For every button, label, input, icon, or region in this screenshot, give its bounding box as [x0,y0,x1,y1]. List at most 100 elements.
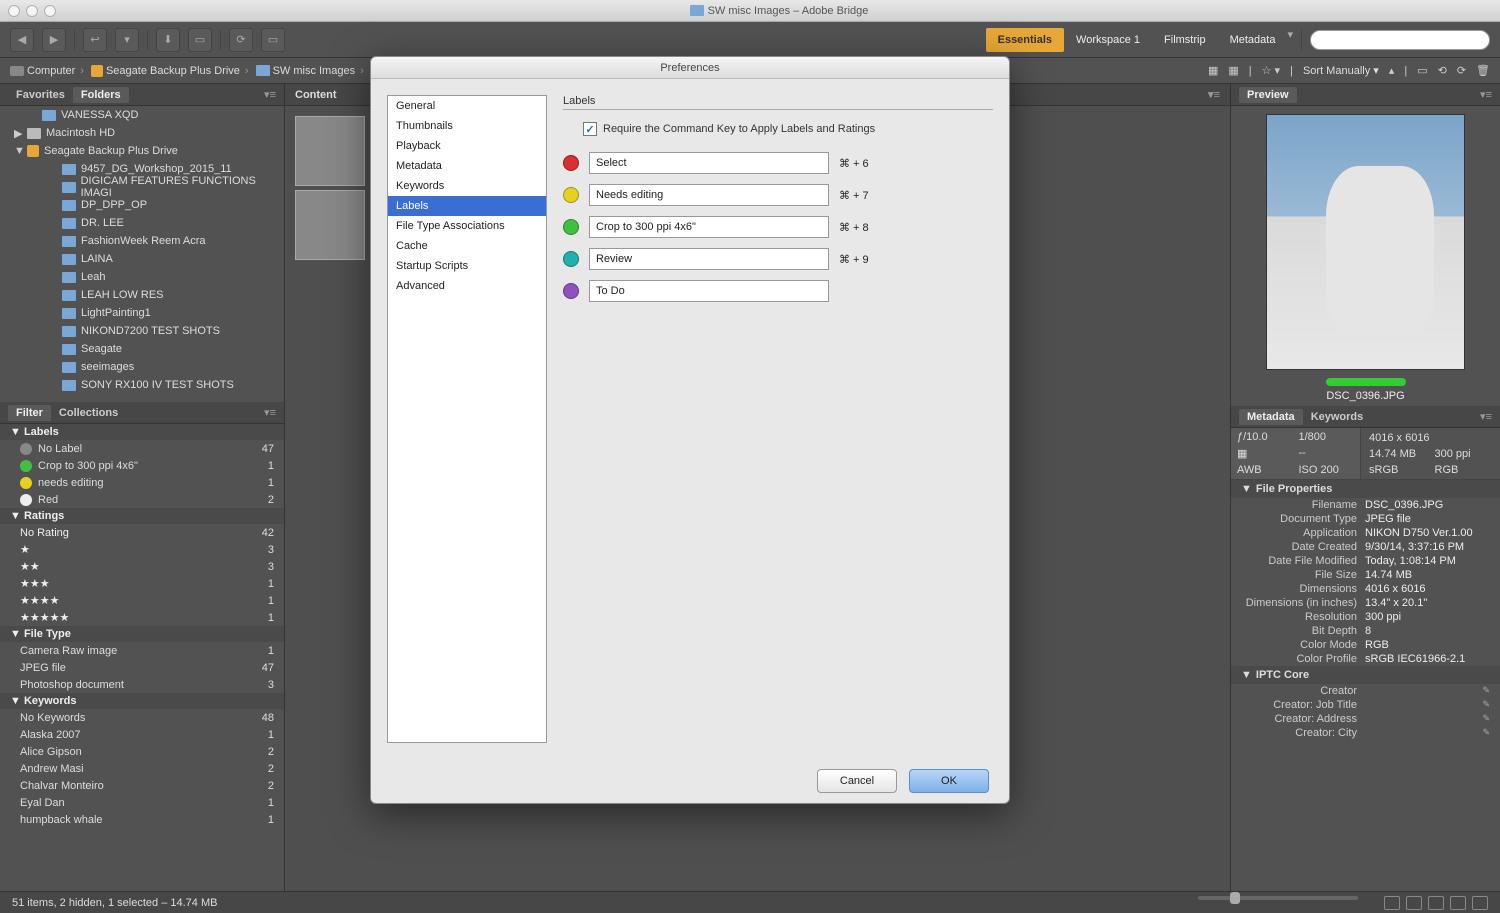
edit-icon[interactable]: ✎ [1482,685,1490,697]
workspace-more-icon[interactable]: ▾ [1287,28,1293,52]
filter-row[interactable]: Andrew Masi2 [0,760,284,777]
zoom-window-button[interactable] [44,5,56,17]
tree-item[interactable]: seeimages [0,358,284,376]
crumb-drive[interactable]: Seagate Backup Plus Drive› [91,65,251,77]
rotate-cw-icon[interactable]: ⟳ [1457,64,1466,77]
star-filter-icon[interactable]: ☆ ▾ [1262,64,1280,77]
sort-dropdown[interactable]: Sort Manually ▾ [1303,64,1379,77]
crumb-folder[interactable]: SW misc Images› [256,65,366,77]
panel-menu-icon[interactable]: ▾≡ [264,88,276,101]
view-details-icon[interactable] [1428,896,1444,910]
filter-section-header[interactable]: ▼ Labels [0,424,284,440]
require-cmd-checkbox[interactable]: ✓ [583,122,597,136]
filter-row[interactable]: ★★★1 [0,575,284,592]
pref-category-keywords[interactable]: Keywords [388,176,546,196]
filter-row[interactable]: ★★3 [0,558,284,575]
filter-row[interactable]: Red2 [0,491,284,508]
pref-category-cache[interactable]: Cache [388,236,546,256]
tab-favorites[interactable]: Favorites [8,87,73,103]
tree-item[interactable]: ▶Macintosh HD [0,124,284,142]
pref-category-general[interactable]: General [388,96,546,116]
tree-item[interactable]: Seagate [0,340,284,358]
pref-category-file-type-associations[interactable]: File Type Associations [388,216,546,236]
refine-button[interactable]: ⟳ [229,28,253,52]
tab-collections[interactable]: Collections [51,405,126,421]
recent-button[interactable]: ▾ [115,28,139,52]
lock-thumb-icon[interactable] [1384,896,1400,910]
close-window-button[interactable] [8,5,20,17]
rotate-ccw-icon[interactable]: ⟲ [1438,64,1447,77]
filter-row[interactable]: ★★★★1 [0,592,284,609]
filter-row[interactable]: ★3 [0,541,284,558]
tree-item[interactable]: VANESSA XQD [0,106,284,124]
filter-row[interactable]: Crop to 300 ppi 4x6"1 [0,457,284,474]
panel-menu-icon[interactable]: ▾≡ [1480,88,1492,101]
batch-button[interactable]: ▭ [188,28,212,52]
iptc-header[interactable]: ▼ IPTC Core [1231,666,1500,684]
filter-row[interactable]: No Rating42 [0,524,284,541]
view2-icon[interactable]: ▦ [1228,64,1238,77]
filter-row[interactable]: Eyal Dan1 [0,794,284,811]
label-name-input[interactable] [589,216,829,238]
filter-row[interactable]: Photoshop document3 [0,676,284,693]
filter-row[interactable]: No Keywords48 [0,709,284,726]
tab-metadata[interactable]: Metadata [1239,409,1303,425]
disclosure-icon[interactable]: ▼ [14,145,22,157]
filter-section-header[interactable]: ▼ Keywords [0,693,284,709]
tab-folders[interactable]: Folders [73,87,129,103]
pref-category-thumbnails[interactable]: Thumbnails [388,116,546,136]
workspace-metadata[interactable]: Metadata [1218,28,1288,52]
tab-preview[interactable]: Preview [1239,87,1297,103]
tab-keywords[interactable]: Keywords [1303,409,1372,425]
pref-category-startup-scripts[interactable]: Startup Scripts [388,256,546,276]
tab-filter[interactable]: Filter [8,405,51,421]
ok-button[interactable]: OK [909,769,989,793]
workspace-filmstrip[interactable]: Filmstrip [1152,28,1218,52]
panel-menu-icon[interactable]: ▾≡ [1480,410,1492,423]
tree-item[interactable]: LightPainting1 [0,304,284,322]
cancel-button[interactable]: Cancel [817,769,897,793]
forward-button[interactable]: ▶ [42,28,66,52]
workspace-essentials[interactable]: Essentials [986,28,1064,52]
back-button[interactable]: ◀ [10,28,34,52]
filter-section-header[interactable]: ▼ File Type [0,626,284,642]
filter-row[interactable]: Camera Raw image1 [0,642,284,659]
tree-item[interactable]: DR. LEE [0,214,284,232]
thumbnail[interactable] [295,190,365,260]
workspace-1[interactable]: Workspace 1 [1064,28,1152,52]
metadata-value[interactable] [1365,699,1482,711]
reveal-button[interactable]: ↩ [83,28,107,52]
edit-icon[interactable]: ✎ [1482,713,1490,725]
output-button[interactable]: ▭ [261,28,285,52]
filter-row[interactable]: No Label47 [0,440,284,457]
tree-item[interactable]: LAINA [0,250,284,268]
label-name-input[interactable] [589,248,829,270]
pref-category-labels[interactable]: Labels [388,196,546,216]
search-input[interactable] [1310,30,1490,50]
filter-row[interactable]: JPEG file47 [0,659,284,676]
file-properties-header[interactable]: ▼ File Properties [1231,480,1500,498]
pref-category-playback[interactable]: Playback [388,136,546,156]
panel-menu-icon[interactable]: ▾≡ [1208,88,1220,101]
metadata-value[interactable] [1365,685,1482,697]
minimize-window-button[interactable] [26,5,38,17]
metadata-value[interactable] [1365,727,1482,739]
quality-icon[interactable] [1472,896,1488,910]
tree-item[interactable]: ▼Seagate Backup Plus Drive [0,142,284,160]
preview-image[interactable] [1266,114,1465,370]
filter-row[interactable]: Alaska 20071 [0,726,284,743]
thumbnail[interactable] [295,116,365,186]
edit-icon[interactable]: ✎ [1482,699,1490,711]
thumbnail-size-slider[interactable] [1198,896,1358,900]
sort-order-icon[interactable]: ▴ [1389,64,1395,77]
new-folder-icon[interactable]: ▭ [1417,64,1427,77]
view-thumbnails-icon[interactable] [1406,896,1422,910]
filter-row[interactable]: Alice Gipson2 [0,743,284,760]
view-icon[interactable]: ▦ [1208,64,1218,77]
label-name-input[interactable] [589,280,829,302]
filter-section-header[interactable]: ▼ Ratings [0,508,284,524]
tree-item[interactable]: SONY RX100 IV TEST SHOTS [0,376,284,394]
filter-row[interactable]: Chalvar Monteiro2 [0,777,284,794]
panel-menu-icon[interactable]: ▾≡ [264,406,276,419]
camera-button[interactable]: ⬇ [156,28,180,52]
